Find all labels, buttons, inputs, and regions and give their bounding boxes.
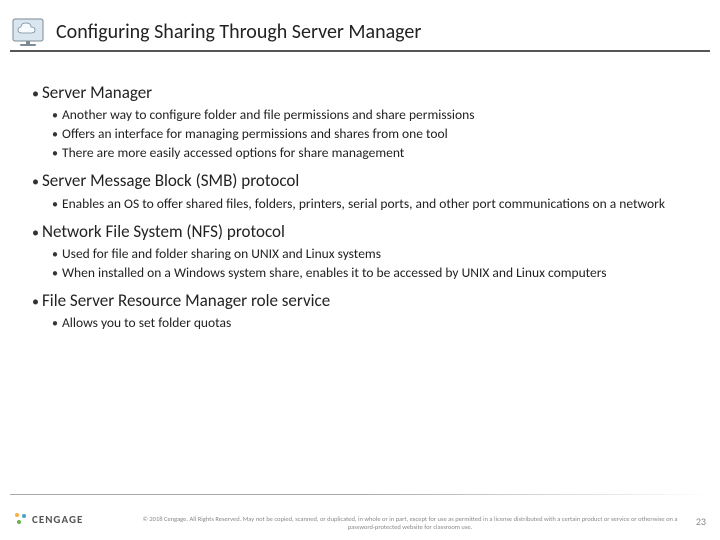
slide-body: • Server Manager •Another way to configu…: [0, 52, 720, 332]
slide-title: Configuring Sharing Through Server Manag…: [56, 20, 710, 44]
slide-header: Configuring Sharing Through Server Manag…: [0, 0, 720, 52]
sub-bullet-text: When installed on a Windows system share…: [62, 265, 607, 282]
sub-bullet-text: There are more easily accessed options f…: [62, 145, 404, 162]
copyright-text: © 2018 Cengage. All Rights Reserved. May…: [140, 516, 680, 532]
sub-bullet-text: Offers an interface for managing permiss…: [62, 126, 448, 143]
list-item: •Offers an interface for managing permis…: [52, 126, 688, 143]
list-item: •Used for file and folder sharing on UNI…: [52, 246, 688, 263]
bullet-icon: •: [52, 317, 62, 332]
list-item: •Another way to configure folder and fil…: [52, 107, 688, 124]
bullet-icon: •: [52, 128, 62, 143]
brand-logo: CENGAGE: [14, 512, 83, 526]
bullet-icon: •: [32, 293, 42, 311]
slide-footer: CENGAGE © 2018 Cengage. All Rights Reser…: [0, 494, 720, 540]
bullet-text: File Server Resource Manager role servic…: [42, 290, 330, 311]
list-item: • Network File System (NFS) protocol •Us…: [32, 221, 688, 282]
list-item: •When installed on a Windows system shar…: [52, 265, 688, 282]
list-item: • Server Message Block (SMB) protocol •E…: [32, 170, 688, 212]
sub-bullet-text: Allows you to set folder quotas: [62, 315, 231, 332]
page-number: 23: [696, 515, 706, 528]
bullet-text: Server Message Block (SMB) protocol: [42, 170, 299, 191]
list-item: •There are more easily accessed options …: [52, 145, 688, 162]
bullet-icon: •: [32, 224, 42, 242]
bullet-icon: •: [52, 198, 62, 213]
footer-divider: [10, 494, 710, 495]
slide: Configuring Sharing Through Server Manag…: [0, 0, 720, 540]
bullet-text: Server Manager: [42, 82, 152, 103]
sub-bullet-text: Another way to configure folder and file…: [62, 107, 475, 124]
bullet-text: Network File System (NFS) protocol: [42, 221, 285, 242]
bullet-icon: •: [52, 147, 62, 162]
list-item: •Enables an OS to offer shared files, fo…: [52, 196, 688, 213]
bullet-icon: •: [32, 173, 42, 191]
brand-mark-icon: [14, 512, 28, 526]
list-item: •Allows you to set folder quotas: [52, 315, 688, 332]
bullet-icon: •: [52, 109, 62, 124]
sub-bullet-text: Enables an OS to offer shared files, fol…: [62, 196, 665, 213]
header-divider: [10, 50, 710, 52]
brand-name: CENGAGE: [32, 513, 83, 526]
bullet-icon: •: [32, 85, 42, 103]
sub-bullet-text: Used for file and folder sharing on UNIX…: [62, 246, 381, 263]
bullet-icon: •: [52, 248, 62, 263]
list-item: • File Server Resource Manager role serv…: [32, 290, 688, 332]
bullet-icon: •: [52, 267, 62, 282]
list-item: • Server Manager •Another way to configu…: [32, 82, 688, 162]
